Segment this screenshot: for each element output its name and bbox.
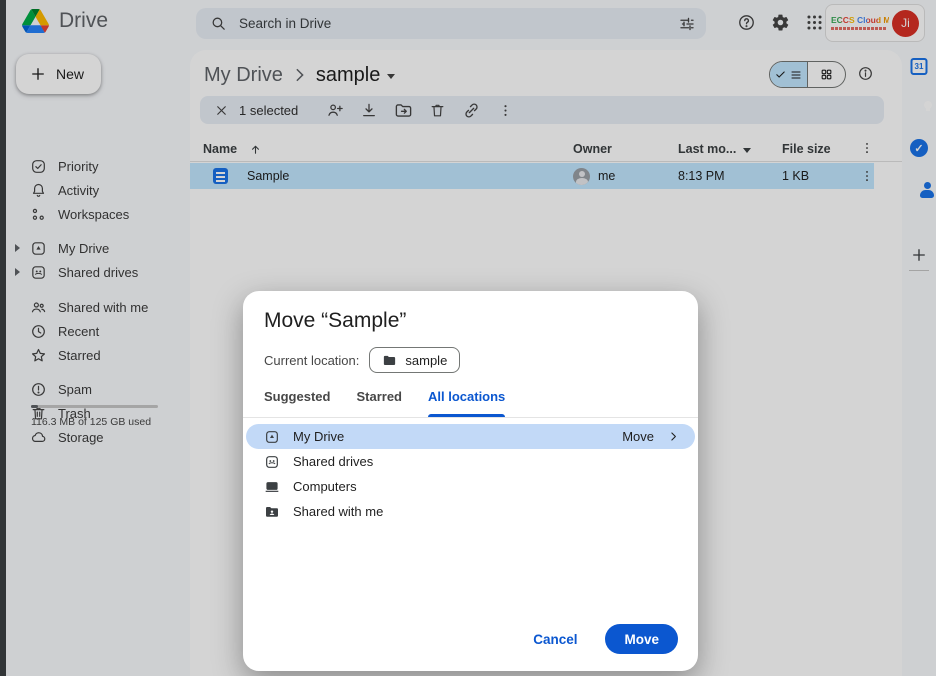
my-drive-icon [264, 429, 280, 445]
current-location-chip[interactable]: sample [369, 347, 460, 373]
dialog-title: Move “Sample” [264, 309, 406, 333]
location-item-shared-drives[interactable]: Shared drives [246, 449, 695, 474]
move-dialog: Move “Sample” Current location: sample S… [243, 291, 698, 671]
tab-all-locations[interactable]: All locations [428, 387, 505, 417]
computers-icon [264, 479, 280, 495]
move-button[interactable]: Move [605, 624, 678, 654]
folder-icon [382, 353, 397, 368]
shared-folder-icon [264, 504, 280, 520]
location-label: Shared with me [293, 504, 383, 519]
location-item-shared-with-me[interactable]: Shared with me [246, 499, 695, 524]
dialog-tabs: Suggested Starred All locations [264, 387, 698, 417]
tab-suggested[interactable]: Suggested [264, 387, 330, 417]
location-list: My Drive Move Shared drives Computers Sh… [246, 424, 695, 524]
location-label: My Drive [293, 429, 344, 444]
location-label: Computers [293, 479, 357, 494]
location-item-my-drive[interactable]: My Drive Move [246, 424, 695, 449]
current-location-label: Current location: [264, 353, 359, 368]
tabs-divider [243, 417, 698, 418]
row-move-label[interactable]: Move [622, 429, 654, 444]
location-label: Shared drives [293, 454, 373, 469]
current-location-value: sample [405, 353, 447, 368]
chevron-right-icon[interactable] [667, 430, 680, 443]
shared-drives-icon [264, 454, 280, 470]
location-item-computers[interactable]: Computers [246, 474, 695, 499]
cancel-button[interactable]: Cancel [533, 632, 577, 647]
tab-starred[interactable]: Starred [356, 387, 402, 417]
